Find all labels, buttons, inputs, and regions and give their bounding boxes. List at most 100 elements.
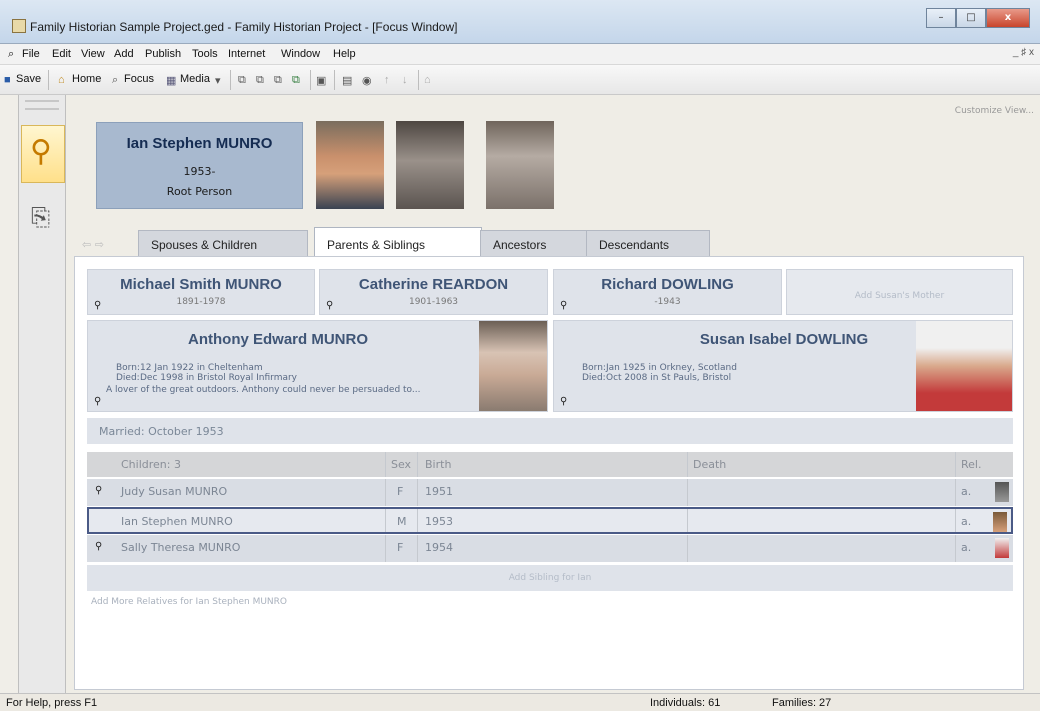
records-view-icon[interactable]: ⎘ <box>31 203 50 231</box>
parents-siblings-panel: Michael Smith MUNRO 1891-1978 ⚲ Catherin… <box>74 256 1024 690</box>
history-arrows[interactable]: ⇦ ⇨ <box>82 238 104 251</box>
mother-born: Jan 1925 in Orkney, Scotland <box>606 363 737 373</box>
child-rel: a. <box>961 485 972 498</box>
save-icon: ■ <box>4 74 11 86</box>
tab-spouses-children[interactable]: Spouses & Children <box>138 230 308 256</box>
up-arrow-icon[interactable]: ↑ <box>384 74 390 86</box>
root-person-name: Ian Stephen MUNRO <box>126 135 273 152</box>
media-icon: ▦ <box>166 75 177 87</box>
binoculars-icon[interactable]: ◉ <box>362 74 372 87</box>
father-photo[interactable] <box>479 321 547 411</box>
mdi-buttons[interactable]: _ ♯ x <box>1013 47 1034 58</box>
root-person-dates: 1953- <box>183 165 216 178</box>
grandparent-dates: 1901-1963 <box>408 297 459 307</box>
tab-ancestors[interactable]: Ancestors <box>480 230 592 256</box>
focus-icon[interactable]: ⚲ <box>560 300 567 311</box>
save-button[interactable]: Save <box>16 73 41 85</box>
add-susans-mother-link[interactable]: Add Susan's Mother <box>787 291 1012 301</box>
close-button[interactable]: x <box>986 8 1030 28</box>
mother-card[interactable]: Susan Isabel DOWLING Born: Jan 1925 in O… <box>553 320 1013 412</box>
customize-view-link[interactable]: Customize View... <box>955 106 1034 116</box>
home-button[interactable]: Home <box>72 73 101 85</box>
tree-icon-1[interactable]: ⧉ <box>238 74 246 87</box>
lock-icon[interactable]: ⌂ <box>424 74 431 86</box>
focus-icon[interactable]: ⚲ <box>95 541 102 552</box>
marriage-info: Married: October 1953 <box>87 418 1013 444</box>
menu-add[interactable]: Add <box>114 48 134 60</box>
menu-edit[interactable]: Edit <box>52 48 71 60</box>
menu-publish[interactable]: Publish <box>145 48 181 60</box>
father-card[interactable]: Anthony Edward MUNRO Born: 12 Jan 1922 i… <box>87 320 548 412</box>
child-birth: 1951 <box>425 485 453 498</box>
grandparent-dates: 1891-1978 <box>176 297 226 307</box>
window-icon[interactable]: ▣ <box>316 74 326 87</box>
birth-header[interactable]: Birth <box>425 458 451 471</box>
add-more-relatives-link[interactable]: Add More Relatives for Ian Stephen MUNRO <box>91 597 287 607</box>
grandparent-name: Richard DOWLING <box>601 276 734 293</box>
tab-descendants[interactable]: Descendants <box>586 230 710 256</box>
father-name: Anthony Edward MUNRO <box>188 331 368 348</box>
tree-icon-3[interactable]: ⧉ <box>274 74 282 87</box>
child-photo[interactable] <box>995 538 1009 558</box>
root-person-photo-1[interactable] <box>316 121 384 209</box>
menu-file[interactable]: File <box>22 48 40 60</box>
focus-icon[interactable]: ⚲ <box>94 396 101 407</box>
father-born-label: Born: <box>116 363 140 373</box>
grandparent-card[interactable]: Michael Smith MUNRO 1891-1978 ⚲ <box>87 269 315 315</box>
child-photo[interactable] <box>995 482 1009 502</box>
tree-icon-2[interactable]: ⧉ <box>256 74 264 87</box>
title-bar: Family Historian Sample Project.ged - Fa… <box>0 0 1040 44</box>
tree-icon-4[interactable]: ⧉ <box>292 74 300 87</box>
add-sibling-link[interactable]: Add Sibling for Ian <box>87 565 1013 591</box>
focus-icon[interactable]: ⚲ <box>560 396 567 407</box>
dropdown-arrow-icon: ▾ <box>215 75 221 87</box>
status-individuals: Individuals: 61 <box>650 697 721 709</box>
mother-name: Susan Isabel DOWLING <box>699 331 869 348</box>
grandparent-card[interactable]: Catherine REARDON 1901-1963 ⚲ <box>319 269 548 315</box>
focus-icon[interactable]: ⚲ <box>95 485 102 496</box>
focus-window: Customize View... Ian Stephen MUNRO 1953… <box>66 95 1040 693</box>
child-photo[interactable] <box>993 512 1007 532</box>
menu-bar: ⌕ File Edit View Add Publish Tools Inter… <box>0 44 1040 65</box>
menu-view[interactable]: View <box>81 48 105 60</box>
mother-died-label: Died: <box>582 373 606 383</box>
minimize-button[interactable]: – <box>926 8 956 28</box>
sex-header[interactable]: Sex <box>391 458 411 471</box>
root-person-card[interactable]: Ian Stephen MUNRO 1953- Root Person <box>96 122 303 209</box>
child-rel: a. <box>961 515 972 528</box>
menu-internet[interactable]: Internet <box>228 48 265 60</box>
focus-button[interactable]: Focus <box>124 73 154 85</box>
root-person-photo-3[interactable] <box>486 121 554 209</box>
rel-header[interactable]: Rel. <box>961 458 981 471</box>
children-count-header[interactable]: Children: 3 <box>121 458 181 471</box>
add-grandparent-card[interactable]: Add Susan's Mother <box>786 269 1013 315</box>
focus-icon[interactable]: ⚲ <box>326 300 333 311</box>
child-sex: F <box>397 485 404 498</box>
menu-tools[interactable]: Tools <box>192 48 218 60</box>
table-row[interactable]: ⚲ Sally Theresa MUNRO F 1954 a. <box>87 535 1013 562</box>
root-person-photo-2[interactable] <box>396 121 464 209</box>
grandparent-dates: -1943 <box>654 297 681 307</box>
grandparent-card[interactable]: Richard DOWLING -1943 ⚲ <box>553 269 782 315</box>
grandparent-name: Michael Smith MUNRO <box>120 276 282 293</box>
child-rel: a. <box>961 541 972 554</box>
child-name: Ian Stephen MUNRO <box>121 515 233 528</box>
property-icon[interactable]: ▤ <box>342 74 352 87</box>
tab-parents-siblings[interactable]: Parents & Siblings <box>314 227 482 256</box>
menu-window[interactable]: Window <box>281 48 320 60</box>
mother-photo[interactable] <box>916 321 1012 411</box>
focus-view-button[interactable]: ⚲ <box>21 125 65 183</box>
father-died: Dec 1998 in Bristol Royal Infirmary <box>140 373 298 383</box>
child-birth: 1953 <box>425 515 453 528</box>
table-row[interactable]: ⚲ Judy Susan MUNRO F 1951 a. <box>87 479 1013 506</box>
focus-icon[interactable]: ⚲ <box>94 300 101 311</box>
mother-died: Oct 2008 in St Pauls, Bristol <box>606 373 732 383</box>
down-arrow-icon[interactable]: ↓ <box>402 74 408 86</box>
sidebar-grip[interactable] <box>25 100 59 110</box>
table-row-selected[interactable]: Ian Stephen MUNRO M 1953 a. <box>87 507 1013 534</box>
father-died-label: Died: <box>116 373 140 383</box>
media-button[interactable]: Media <box>180 73 210 85</box>
menu-help[interactable]: Help <box>333 48 356 60</box>
death-header[interactable]: Death <box>693 458 726 471</box>
maximize-button[interactable]: □ <box>956 8 986 28</box>
